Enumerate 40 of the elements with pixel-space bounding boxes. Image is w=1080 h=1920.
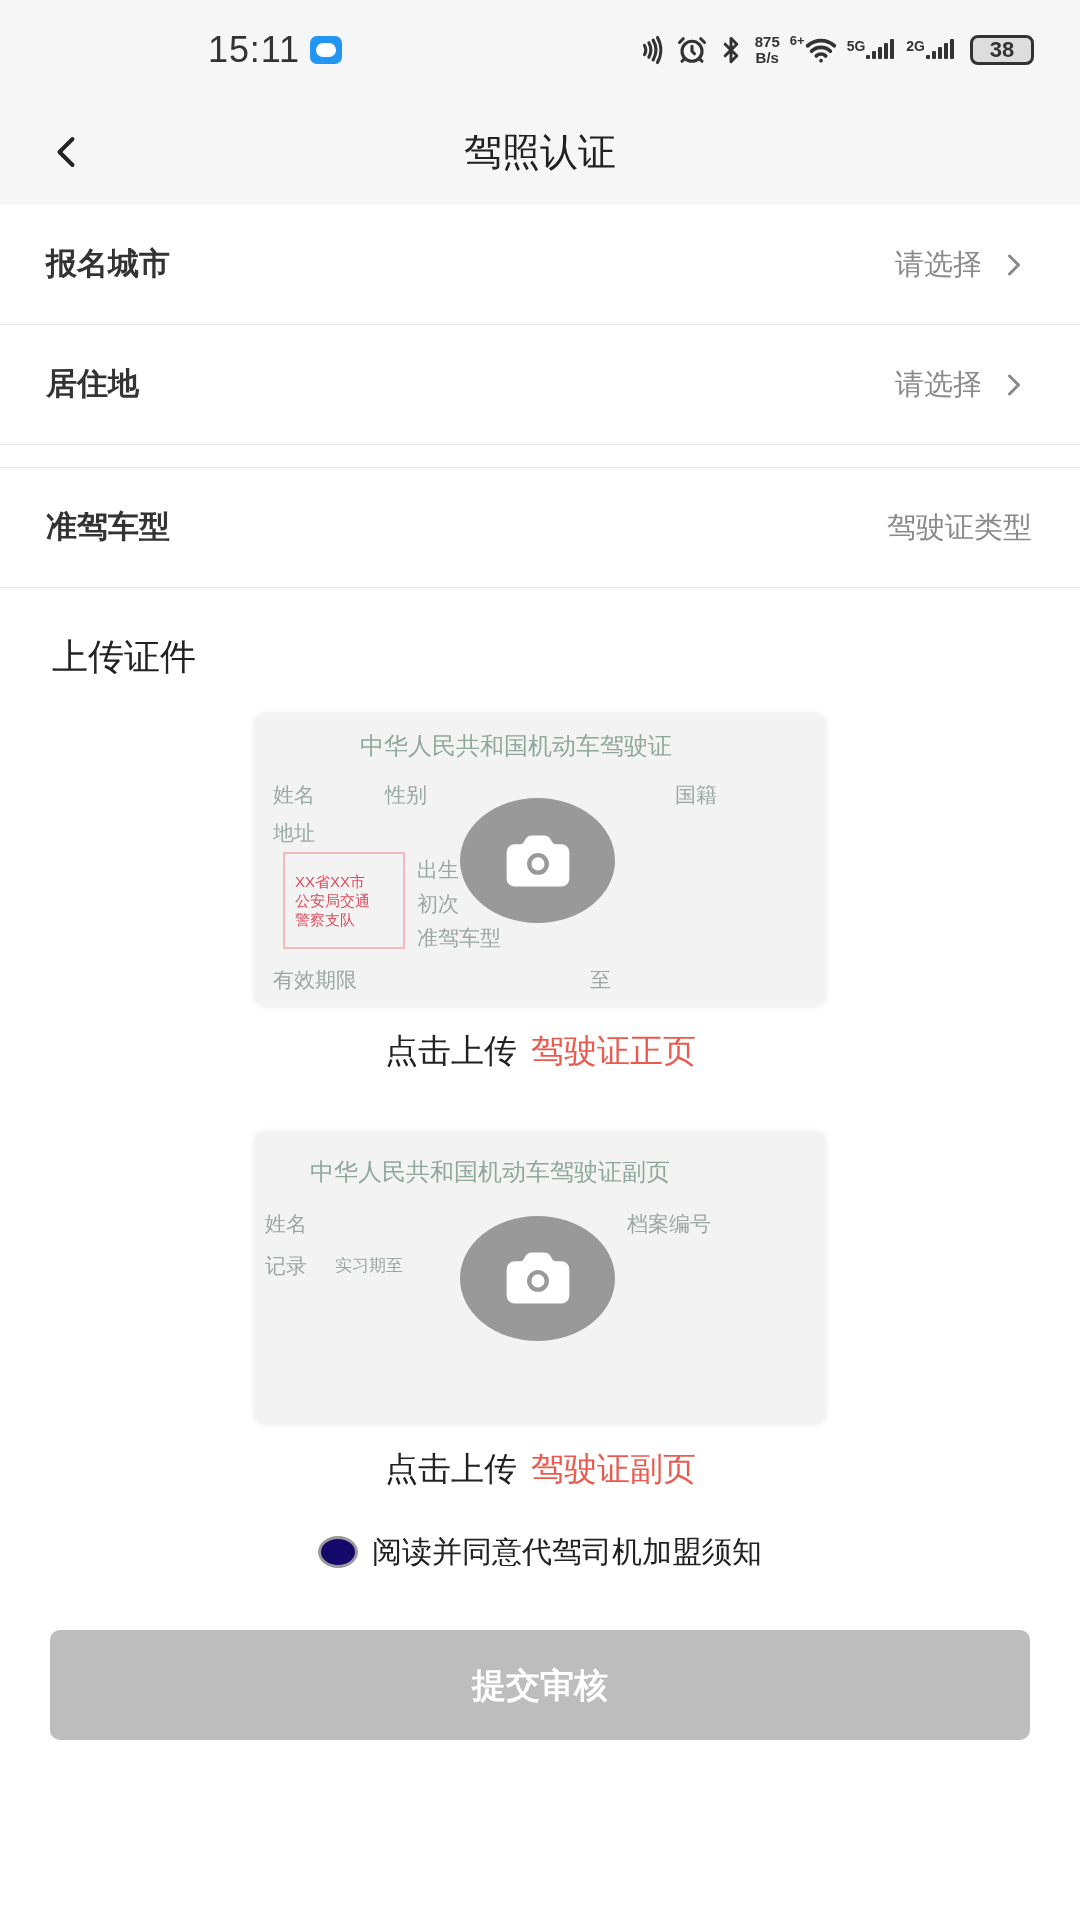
network-label: 2G [906, 39, 925, 53]
row-value: 请选择 [895, 366, 982, 402]
section-title: 上传证件 [52, 635, 197, 679]
wifi-label: 6+ [789, 34, 805, 47]
document-title: 中华人民共和国机动车驾驶证 [360, 731, 672, 761]
upload-caption: 点击上传 [384, 1031, 517, 1071]
row-label: 报名城市 [46, 245, 170, 284]
field-label: 至 [590, 967, 611, 993]
field-label: 有效期限 [273, 967, 357, 993]
field-label: 姓名 [265, 1210, 307, 1237]
agreement-text: 阅读并同意代驾司机加盟须知 [372, 1534, 762, 1570]
stamp-text: 公安局交通 [295, 891, 371, 910]
network-speed: 875 B/s [754, 34, 780, 66]
battery-level: 38 [989, 39, 1015, 61]
field-label: 地址 [273, 820, 315, 846]
upload-caption: 点击上传 [384, 1448, 517, 1489]
network-label: 5G [846, 39, 866, 53]
row-label: 居住地 [46, 365, 139, 404]
field-label: 性别 [385, 782, 427, 808]
row-value: 驾驶证类型 [887, 509, 1032, 545]
field-label: 国籍 [675, 782, 717, 808]
field-label: 准驾车型 [417, 925, 501, 951]
field-label: 实习期至 [335, 1254, 403, 1277]
stamp-text: XX省XX市 [295, 872, 367, 891]
alarm-icon [676, 35, 707, 65]
signal-icon [866, 39, 897, 61]
field-label: 姓名 [273, 782, 315, 808]
row-label: 准驾车型 [46, 508, 170, 547]
field-label: 初次 [417, 891, 459, 917]
field-label: 出生 [417, 857, 459, 883]
stamp-text: 警察支队 [295, 910, 356, 929]
document-title: 中华人民共和国机动车驾驶证副页 [310, 1156, 670, 1187]
row-value: 请选择 [895, 246, 982, 282]
field-label: 记录 [265, 1252, 307, 1279]
agree-radio[interactable] [318, 1535, 358, 1568]
signal-icon [926, 39, 956, 61]
page-title: 驾照认证 [464, 130, 616, 175]
clock: 15:11 [208, 28, 300, 72]
field-label: 档案编号 [627, 1210, 711, 1237]
message-icon [309, 36, 342, 64]
